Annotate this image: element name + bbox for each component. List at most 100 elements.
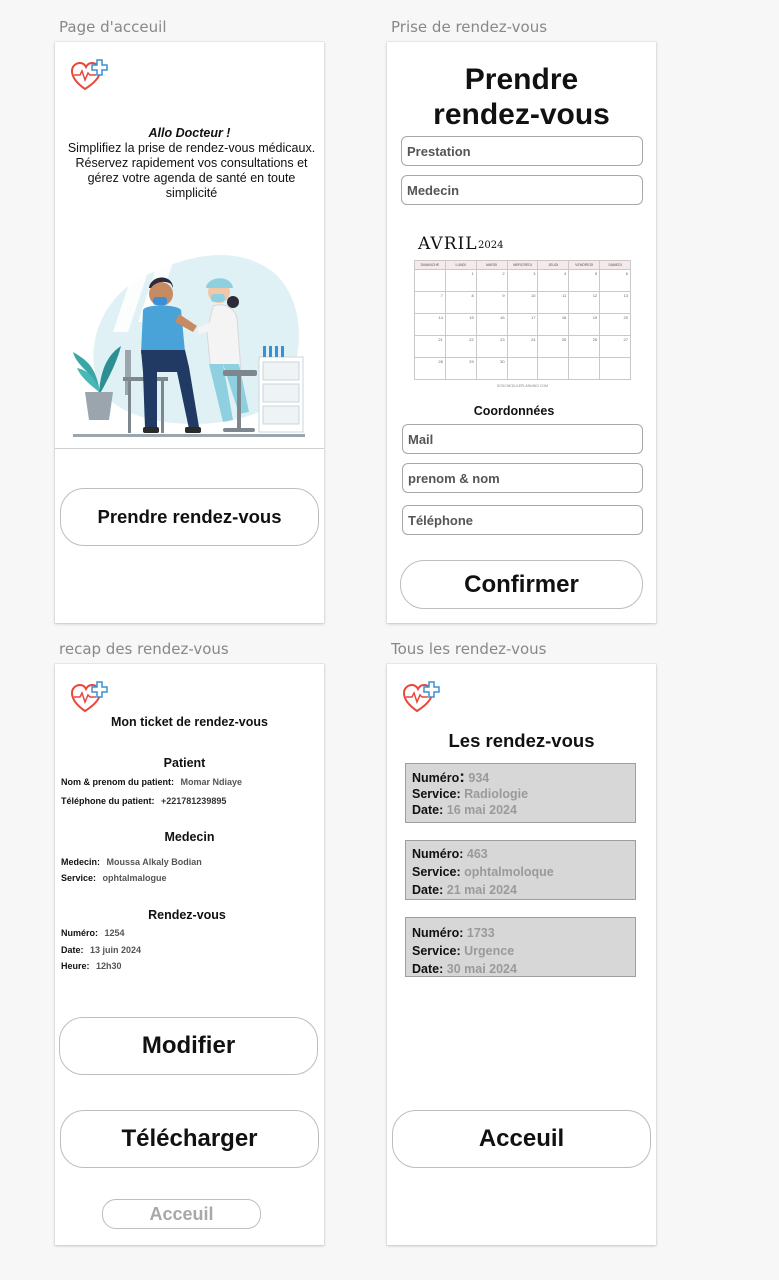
calendar-day[interactable]: 10 (507, 292, 539, 314)
calendar-day[interactable]: 21 (415, 336, 446, 358)
numero-label: Numéro (412, 771, 460, 785)
name-field[interactable]: prenom & nom (402, 463, 643, 493)
calendar-day[interactable]: 22 (445, 336, 477, 358)
date-value: 16 mai 2024 (446, 803, 517, 817)
calendar-day[interactable]: 17 (507, 314, 539, 336)
coordonnees-heading: Coordonnées (473, 404, 555, 418)
mail-field[interactable]: Mail (402, 424, 643, 454)
description-line: simplicité (165, 186, 218, 200)
calendar-year: 2024 (478, 240, 504, 251)
description-line: Réservez rapidement vos consultations et (75, 156, 308, 170)
calendar-day[interactable]: 27 (600, 336, 631, 358)
medecin-value: Moussa Alkaly Bodian (106, 857, 202, 867)
appointment-card[interactable]: Numéro: 463 Service: ophtalmoloque Date:… (405, 840, 636, 900)
calendar-day[interactable]: 2 (476, 270, 508, 292)
calendar-day[interactable]: 15 (445, 314, 477, 336)
app-tagline-title: Allo Docteur ! (148, 126, 231, 140)
calendar-day[interactable]: 3 (507, 270, 539, 292)
calendar-day[interactable]: 23 (476, 336, 508, 358)
calendar-day[interactable]: 19 (569, 314, 601, 336)
confirm-button[interactable]: Confirmer (400, 560, 643, 609)
description-line: gérez votre agenda de santé en toute (87, 171, 296, 185)
home-screen: Allo Docteur ! Simplifiez la prise de re… (55, 42, 324, 623)
calendar-day[interactable]: 29 (445, 358, 477, 380)
home-button[interactable]: Acceuil (102, 1199, 261, 1229)
calendar-day[interactable]: 4 (538, 270, 570, 292)
calendar-day (538, 358, 570, 380)
page-title: Les rendez-vous (448, 730, 595, 751)
calendar-week-row: 7 8 9 10 11 12 13 (415, 292, 631, 314)
patient-name-label: Nom & prenom du patient: (61, 777, 174, 787)
calendar-day[interactable]: 8 (445, 292, 477, 314)
rdv-heading: Rendez-vous (148, 908, 226, 922)
calendar-day[interactable]: 20 (600, 314, 631, 336)
date-value: 21 mai 2024 (446, 883, 517, 897)
calendar-weekday: DIMANCHE (415, 261, 446, 270)
service-label: Service: (412, 865, 461, 879)
calendar-day[interactable]: 7 (415, 292, 446, 314)
calendar-day[interactable]: 5 (569, 270, 601, 292)
medecin-heading: Medecin (164, 830, 215, 844)
frame-label-list: Tous les rendez-vous (391, 640, 547, 658)
modify-button[interactable]: Modifier (59, 1017, 318, 1075)
calendar-week-row: 28 29 30 (415, 358, 631, 380)
heure-label: Heure: (61, 961, 90, 971)
calendar-day[interactable]: 13 (600, 292, 631, 314)
calendar-day[interactable]: 12 (569, 292, 601, 314)
numero-value: 1254 (104, 928, 125, 938)
calendar-day[interactable]: 26 (569, 336, 601, 358)
patient-heading: Patient (163, 756, 206, 770)
calendar-day[interactable]: 6 (600, 270, 631, 292)
calendar-weekday-row: DIMANCHE LUNDI MARDI MERCREDI JEUDI VENDREDI S… (415, 261, 631, 270)
calendar-day (600, 358, 631, 380)
ticket-title: Mon ticket de rendez-vous (111, 715, 268, 729)
date-label: Date: (61, 945, 84, 955)
service-value: Radiologie (464, 787, 529, 801)
calendar-week-row: 123456 (415, 270, 631, 292)
patient-phone-value: +221781239895 (161, 796, 227, 806)
medecin-field[interactable]: Medecin (401, 175, 643, 205)
calendar-day[interactable]: 9 (476, 292, 508, 314)
calendar-weekday: VENDREDI (569, 261, 601, 270)
calendar-day[interactable]: 28 (415, 358, 446, 380)
calendar-day[interactable]: 11 (538, 292, 570, 314)
calendar-grid[interactable]: DIMANCHE LUNDI MARDI MERCREDI JEUDI VENDREDI S… (414, 260, 631, 380)
page-title-line: rendez-vous (433, 98, 610, 131)
date-value: 30 mai 2024 (446, 962, 517, 976)
calendar-footer: SOSCHEDULEPLANNING.COM (496, 384, 549, 388)
heart-health-logo-icon (71, 59, 108, 91)
calendar-weekday: SAMEDI (600, 261, 631, 270)
calendar[interactable]: AVRIL 2024 DIMANCHE LUNDI MARDI MERCREDI JEU… (414, 234, 631, 394)
book-appointment-button[interactable]: Prendre rendez-vous (60, 488, 319, 546)
calendar-day[interactable]: 1 (445, 270, 477, 292)
prestation-field[interactable]: Prestation (401, 136, 643, 166)
download-button[interactable]: Télécharger (60, 1110, 319, 1168)
date-value: 13 juin 2024 (90, 945, 142, 955)
service-label: Service: (412, 787, 461, 801)
calendar-weekday: JEUDI (538, 261, 570, 270)
frame-label-recap: recap des rendez-vous (59, 640, 229, 658)
service-row: Service: ophtalmalogue (61, 873, 167, 883)
calendar-day[interactable]: 16 (476, 314, 508, 336)
phone-field[interactable]: Téléphone (402, 505, 643, 535)
calendar-day[interactable]: 30 (476, 358, 508, 380)
calendar-day (507, 358, 539, 380)
home-button[interactable]: Acceuil (392, 1110, 651, 1168)
calendar-day[interactable]: 24 (507, 336, 539, 358)
calendar-week-row: 14 15 16 17 18 19 20 (415, 314, 631, 336)
medecin-row: Medecin: Moussa Alkaly Bodian (61, 857, 202, 867)
patient-name-row: Nom & prenom du patient: Momar Ndiaye (61, 777, 242, 787)
page-title: Prendre rendez-vous (387, 62, 656, 132)
numero-value: 463 (466, 847, 488, 861)
recap-screen: Mon ticket de rendez-vous Patient Nom & … (55, 664, 324, 1245)
frame-label-home: Page d'acceuil (59, 18, 167, 36)
calendar-day[interactable]: 18 (538, 314, 570, 336)
calendar-month: AVRIL (418, 234, 478, 254)
calendar-day[interactable]: 25 (538, 336, 570, 358)
numero-value: 934 (468, 771, 490, 785)
appointment-card[interactable]: Numéro: 934 Service: Radiologie Date: 16… (405, 763, 636, 823)
heure-value: 12h30 (96, 961, 122, 971)
numero-label: Numéro (412, 847, 460, 861)
calendar-day[interactable]: 14 (415, 314, 446, 336)
appointment-card[interactable]: Numéro: 1733 Service: Urgence Date: 30 m… (405, 917, 636, 977)
